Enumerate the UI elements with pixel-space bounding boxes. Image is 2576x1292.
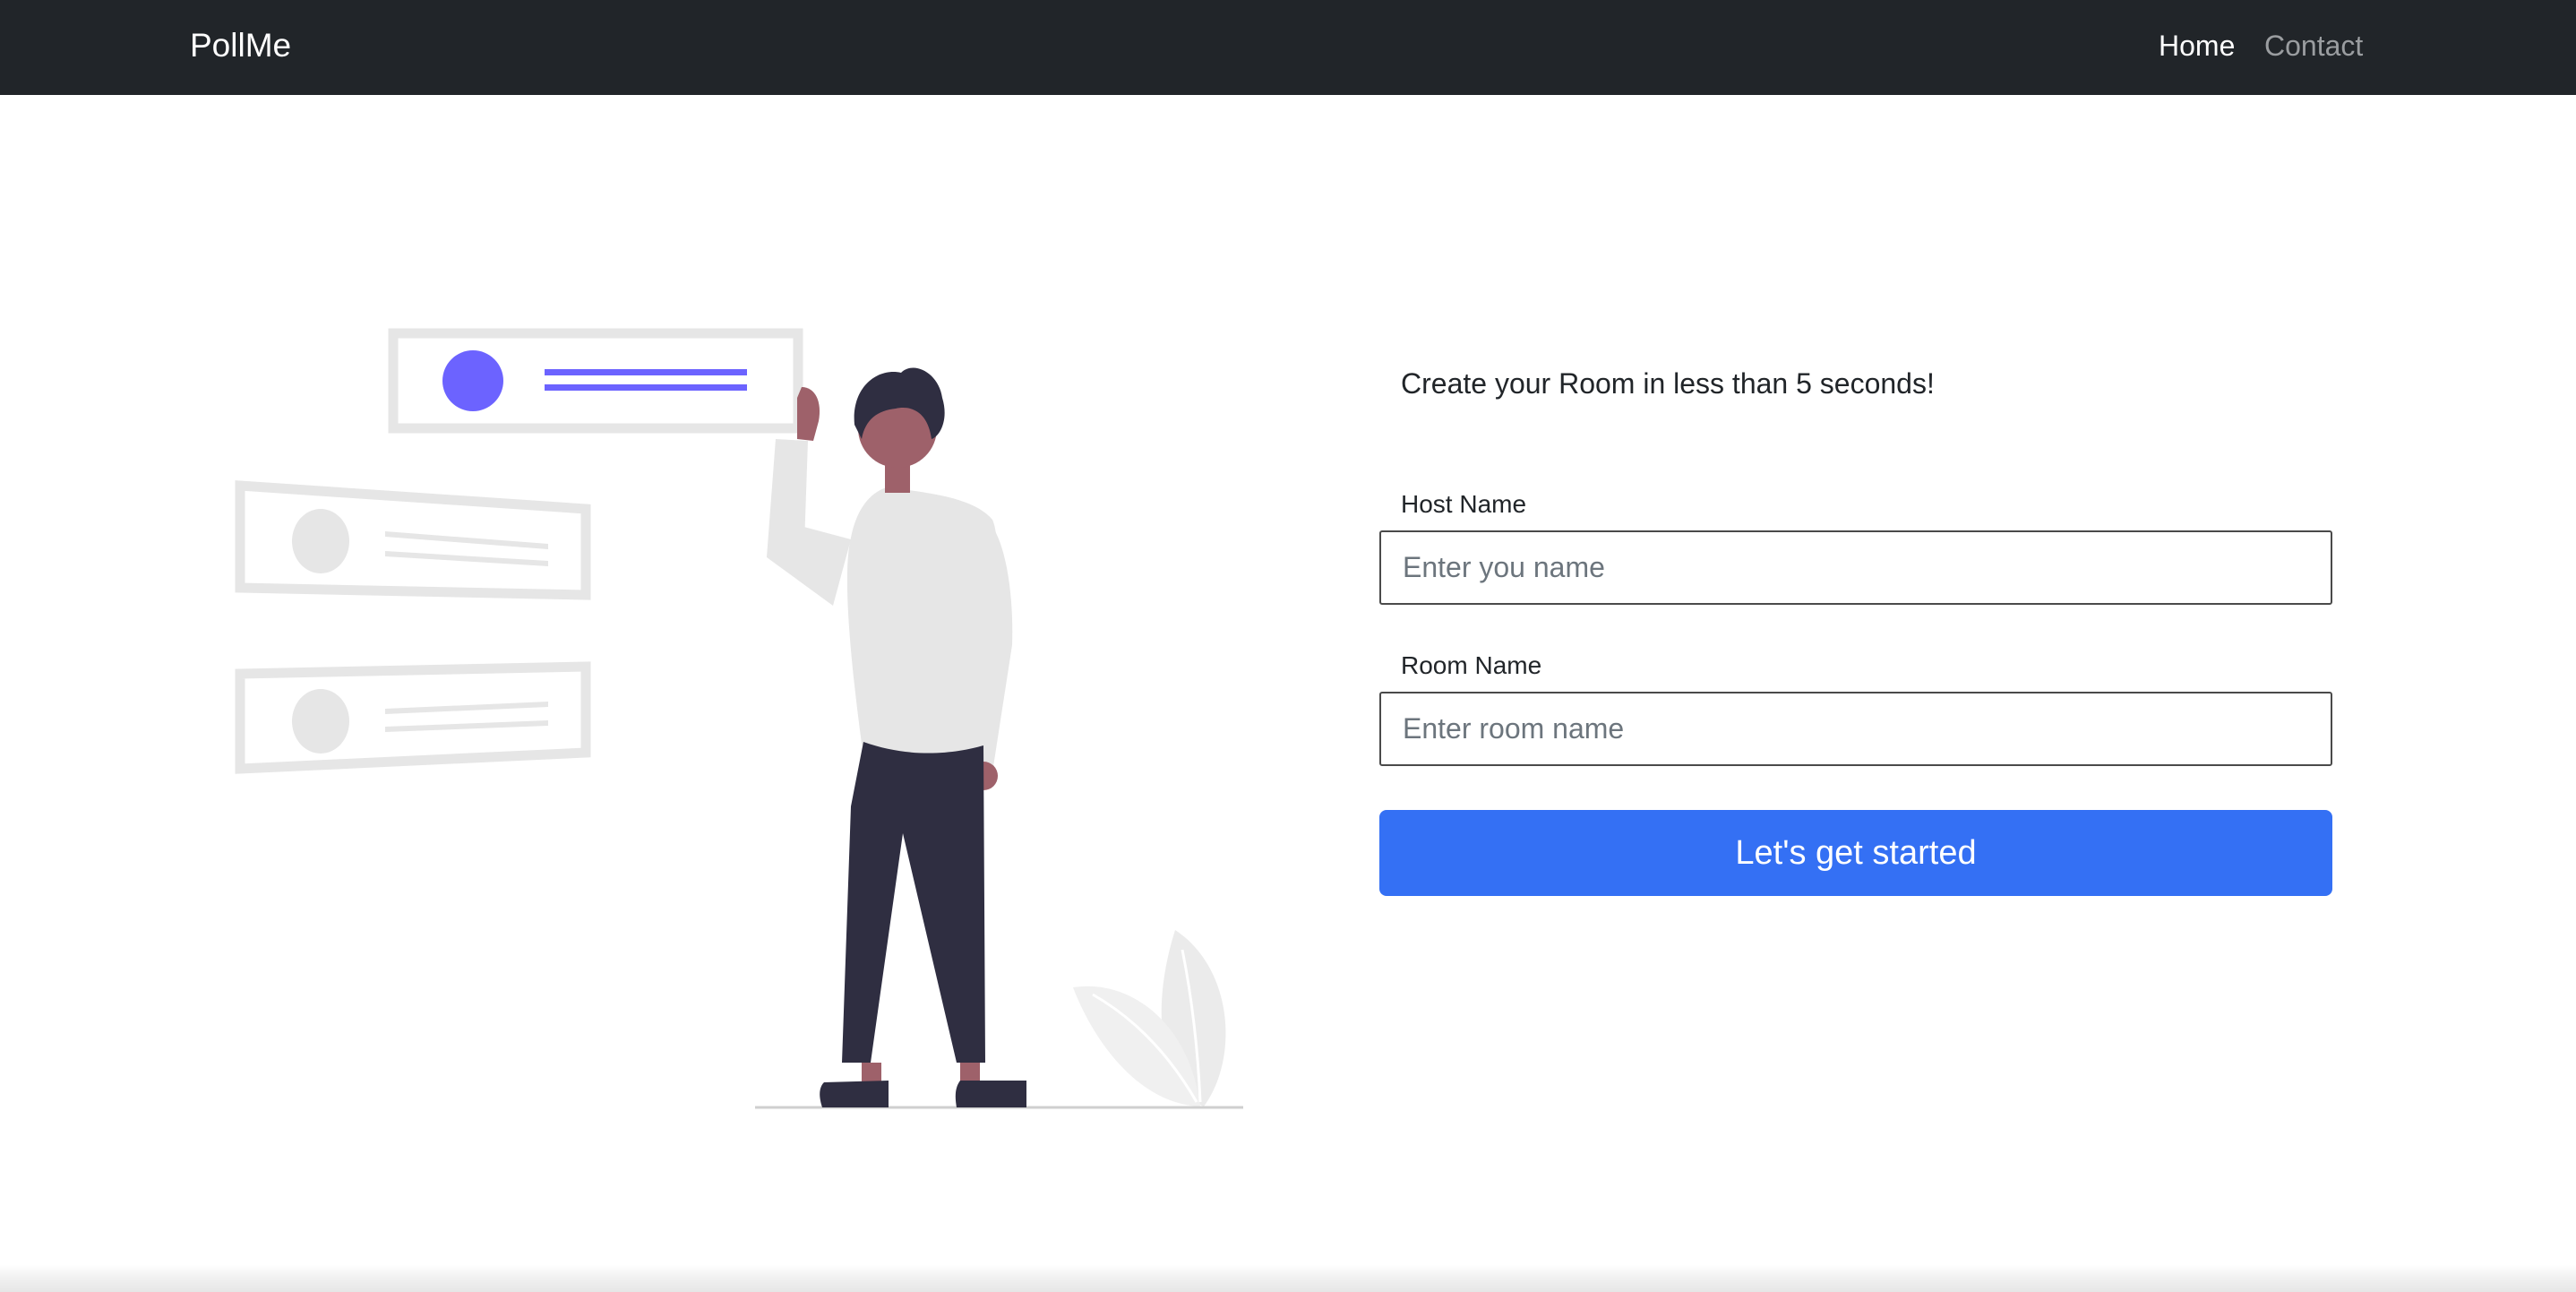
nav-link-contact[interactable]: Contact bbox=[2264, 25, 2363, 66]
host-name-label: Host Name bbox=[1401, 490, 1527, 518]
hero-tagline: Create your Room in less than 5 seconds! bbox=[1401, 367, 1935, 400]
person-presenting-cards-illustration bbox=[235, 328, 1243, 1109]
get-started-button[interactable]: Let's get started bbox=[1379, 810, 2332, 896]
nav-link-home[interactable]: Home bbox=[2159, 25, 2235, 66]
room-name-label: Room Name bbox=[1401, 651, 1542, 679]
host-name-input[interactable] bbox=[1379, 530, 2332, 605]
person-figure bbox=[767, 367, 1026, 1107]
room-name-input[interactable] bbox=[1379, 692, 2332, 766]
hero-illustration bbox=[224, 305, 1254, 1120]
brand-logo-link[interactable]: PollMe bbox=[190, 23, 291, 68]
tilted-card-middle bbox=[235, 480, 591, 600]
plant-icon bbox=[1073, 930, 1226, 1107]
tilted-card-bottom bbox=[235, 661, 591, 774]
top-navbar: PollMe Home Contact bbox=[0, 0, 2576, 95]
highlighted-card bbox=[388, 328, 803, 434]
footer-shadow bbox=[0, 1265, 2576, 1292]
